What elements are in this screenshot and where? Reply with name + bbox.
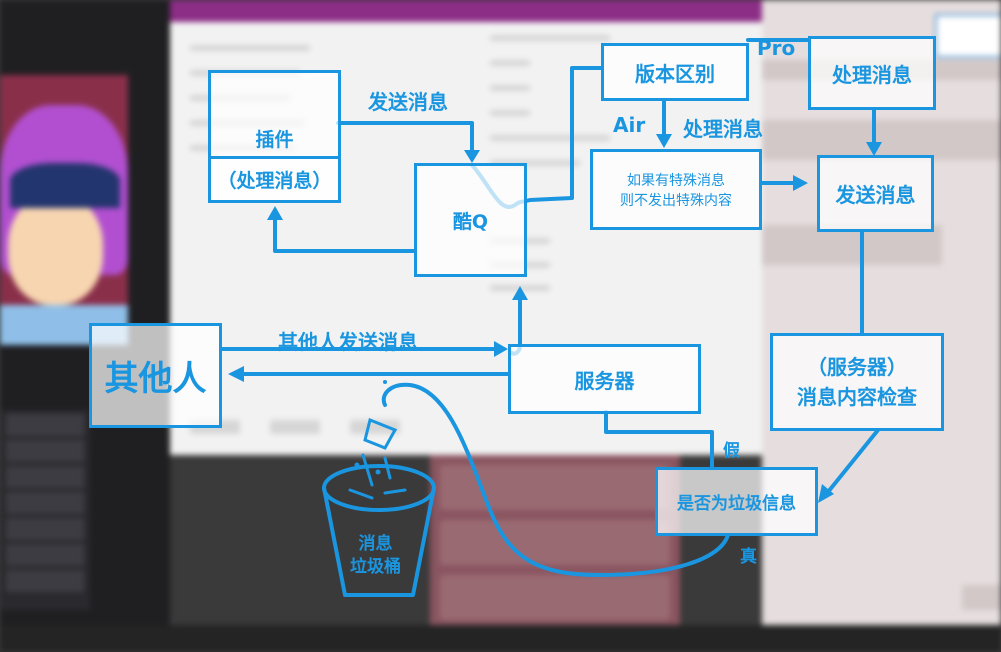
trash-scrap1: [348, 488, 374, 500]
arrow-head-send2: [793, 175, 808, 191]
trash-dot2: [375, 469, 381, 475]
arrow-head-send1: [866, 142, 882, 156]
edge-plugin-to-kuq: [336, 121, 474, 154]
is-spam-node: 是否为垃圾信息: [655, 467, 818, 536]
true-label: 真: [740, 547, 757, 567]
trash-label: 消息 垃圾桶: [350, 534, 401, 577]
others-send-label: 其他人发送消息: [278, 330, 418, 354]
pro-handle-label: 处理消息: [832, 62, 912, 87]
others-node: 其他人: [89, 323, 222, 428]
plugin-label: 插件: [255, 129, 294, 151]
plugin-handle-node: （处理消息）: [208, 156, 341, 203]
special-msg-label: 如果有特殊消息 则不发出特殊内容: [620, 172, 732, 209]
send-msg-edge-label: 发送消息: [368, 90, 448, 114]
edge-spam-false-to-server: [604, 410, 714, 469]
arrow-head-plugin: [267, 206, 283, 220]
false-label: 假: [723, 441, 740, 461]
arrow-head-server: [494, 341, 508, 357]
server-check-node: （服务器） 消息内容检查: [770, 333, 944, 431]
air-label: Air: [613, 113, 646, 137]
arrow-head-kuq2: [512, 286, 528, 300]
air-handle-label: 处理消息: [683, 117, 763, 141]
send-msg-node: 发送消息: [817, 155, 934, 232]
server-check-label: （服务器） 消息内容检查: [797, 355, 917, 409]
special-msg-node: 如果有特殊消息 则不发出特殊内容: [590, 149, 762, 230]
arrow-head-others: [228, 366, 244, 382]
trash-dot3: [383, 380, 387, 384]
pro-handle-node: 处理消息: [808, 36, 936, 110]
server-label: 服务器: [574, 368, 635, 393]
kuq-node: 酷Q: [414, 163, 527, 277]
edge-check-to-spam: [826, 428, 880, 494]
is-spam-label: 是否为垃圾信息: [677, 494, 796, 514]
others-label: 其他人: [104, 359, 207, 399]
kuq-label: 酷Q: [452, 210, 489, 233]
edge-kuq-to-plugin: [273, 216, 416, 253]
arrow-head-kuq: [464, 150, 480, 163]
server-node: 服务器: [508, 344, 701, 414]
arrow-head-special: [656, 134, 672, 148]
version-diff-node: 版本区别: [601, 43, 749, 101]
plugin-handle-label: （处理消息）: [217, 170, 332, 192]
pro-label: Pro: [757, 36, 796, 60]
trash-paper-icon: [363, 417, 398, 450]
trash-drop-line1: [361, 453, 374, 487]
trash-scrap2: [383, 488, 407, 495]
version-diff-label: 版本区别: [635, 61, 715, 86]
send-msg-node-label: 发送消息: [835, 183, 916, 207]
trash-dot1: [354, 462, 360, 468]
